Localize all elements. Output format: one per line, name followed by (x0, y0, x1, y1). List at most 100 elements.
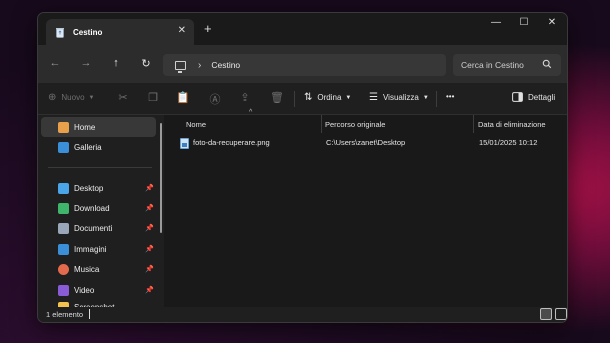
details-label: Dettagli (528, 92, 556, 102)
navigation-pane: Home Galleria Desktop 📌 Download 📌 Docum… (38, 115, 164, 313)
path-box[interactable]: › Cestino (163, 54, 446, 76)
breadcrumb-cestino[interactable]: Cestino (211, 60, 240, 70)
column-header-original-path[interactable]: Percorso originale (325, 115, 385, 133)
sidebar-item-home[interactable]: Home (41, 117, 156, 137)
pin-icon[interactable]: 📌 (145, 245, 154, 253)
sidebar-scrollbar[interactable] (160, 123, 162, 233)
pin-icon[interactable]: 📌 (145, 286, 154, 294)
chevron-right-icon: › (198, 59, 202, 71)
download-icon (58, 202, 69, 214)
chevron-down-icon: ▼ (88, 94, 95, 101)
paste-icon[interactable]: 📋 (176, 91, 190, 104)
status-bar: 1 elemento (38, 307, 567, 322)
details-pane-icon (512, 92, 523, 102)
column-header-path-label: Percorso originale (325, 119, 386, 129)
sidebar-item-label: Documenti (74, 223, 113, 233)
title-bar: Cestino ✕ + — ☐ ✕ (38, 13, 567, 45)
gallery-icon (58, 141, 69, 153)
file-explorer-window: Cestino ✕ + — ☐ ✕ ← → ↑ ↻ › Cestino ⊕ Nu… (37, 12, 568, 323)
documents-icon (58, 222, 69, 234)
sidebar-item-label: Home (74, 122, 96, 132)
sort-button[interactable]: ⇅ Ordina ▼ (304, 92, 351, 103)
share-icon[interactable]: ⇪ (238, 91, 252, 104)
sidebar-divider (48, 167, 152, 168)
table-row[interactable]: foto-da-recuperare.png C:\Users\zanet\De… (164, 134, 567, 151)
sidebar-item-label: Desktop (74, 183, 104, 193)
sidebar-item-label: Video (74, 285, 95, 295)
pictures-icon (58, 243, 69, 255)
refresh-button[interactable]: ↻ (138, 57, 154, 70)
monitor-icon (175, 60, 186, 73)
column-header-name[interactable]: Nome (186, 115, 206, 133)
tab-close-icon[interactable]: ✕ (178, 25, 186, 36)
pin-icon[interactable]: 📌 (145, 184, 154, 192)
view-label: Visualizza (382, 93, 419, 102)
file-name: foto-da-recuperare.png (193, 138, 270, 147)
rename-icon[interactable]: Ⓐ (208, 91, 222, 107)
status-divider (89, 309, 90, 319)
sidebar-item-download[interactable]: Download 📌 (41, 198, 156, 218)
tiles-view-icon[interactable] (555, 308, 567, 320)
sidebar-item-immagini[interactable]: Immagini 📌 (41, 239, 156, 259)
image-file-icon (180, 138, 189, 149)
video-icon (58, 284, 69, 296)
new-tab-button[interactable]: + (204, 21, 212, 36)
column-header-deleted-date[interactable]: Data di eliminazione (478, 115, 546, 133)
sidebar-item-galleria[interactable]: Galleria (41, 137, 156, 157)
recycle-bin-icon (56, 27, 64, 38)
tab-cestino[interactable]: Cestino ✕ (46, 19, 194, 45)
copy-icon[interactable]: ❐ (146, 91, 160, 104)
search-input[interactable] (461, 60, 541, 70)
sort-label: Ordina (317, 93, 342, 102)
search-icon (542, 59, 552, 69)
sidebar-item-video[interactable]: Video 📌 (41, 280, 156, 300)
sidebar-item-label: Download (74, 203, 110, 213)
delete-icon[interactable]: 🗑 (270, 91, 284, 104)
command-bar: ⊕ Nuovo ▼ ✂ ❐ 📋 Ⓐ ⇪ 🗑 ⇅ Ordina ▼ ☰ Visua… (38, 83, 567, 115)
file-list: ^ Nome Percorso originale Data di elimin… (164, 109, 567, 313)
column-header-name-label: Nome (186, 119, 207, 129)
file-deleted-date: 15/01/2025 10:12 (479, 138, 538, 147)
details-button[interactable]: Dettagli (512, 92, 555, 102)
new-button[interactable]: ⊕ Nuovo ▼ (48, 92, 94, 103)
search-box[interactable] (453, 54, 561, 76)
sidebar-item-label: Galleria (74, 142, 102, 152)
item-count: 1 elemento (46, 310, 84, 319)
column-divider[interactable] (321, 115, 322, 133)
chevron-down-icon: ▼ (422, 94, 429, 101)
sidebar-item-label: Musica (74, 264, 100, 274)
toolbar-divider (436, 91, 437, 107)
sidebar-item-documenti[interactable]: Documenti 📌 (41, 218, 156, 238)
file-original-path: C:\Users\zanet\Desktop (326, 138, 406, 147)
plus-circle-icon: ⊕ (48, 92, 57, 103)
details-view-icon[interactable] (540, 308, 552, 320)
sidebar-item-musica[interactable]: Musica 📌 (41, 259, 156, 279)
cut-icon[interactable]: ✂ (116, 91, 130, 104)
close-button[interactable]: ✕ (542, 17, 562, 28)
view-list-icon: ☰ (369, 92, 378, 103)
sidebar-item-desktop[interactable]: Desktop 📌 (41, 178, 156, 198)
pin-icon[interactable]: 📌 (145, 224, 154, 232)
up-button[interactable]: ↑ (108, 57, 124, 69)
music-icon (58, 263, 69, 275)
forward-button[interactable]: → (78, 57, 94, 69)
column-header-date-label: Data di eliminazione (478, 119, 546, 129)
view-button[interactable]: ☰ Visualizza ▼ (369, 92, 429, 103)
pin-icon[interactable]: 📌 (145, 204, 154, 212)
pin-icon[interactable]: 📌 (145, 265, 154, 273)
new-label: Nuovo (61, 93, 85, 102)
more-icon: ••• (446, 92, 455, 101)
address-bar: ← → ↑ ↻ › Cestino (38, 45, 567, 83)
sort-ascending-icon: ^ (249, 109, 253, 116)
toolbar-divider (294, 91, 295, 107)
tab-title: Cestino (73, 27, 103, 37)
column-divider[interactable] (473, 115, 474, 133)
sort-icon: ⇅ (304, 92, 313, 103)
maximize-button[interactable]: ☐ (514, 17, 534, 28)
desktop-icon (58, 182, 69, 194)
more-options-button[interactable]: ••• (446, 92, 454, 101)
minimize-button[interactable]: — (486, 17, 506, 28)
home-icon (58, 121, 69, 133)
back-button[interactable]: ← (47, 57, 63, 69)
chevron-down-icon: ▼ (345, 94, 352, 101)
